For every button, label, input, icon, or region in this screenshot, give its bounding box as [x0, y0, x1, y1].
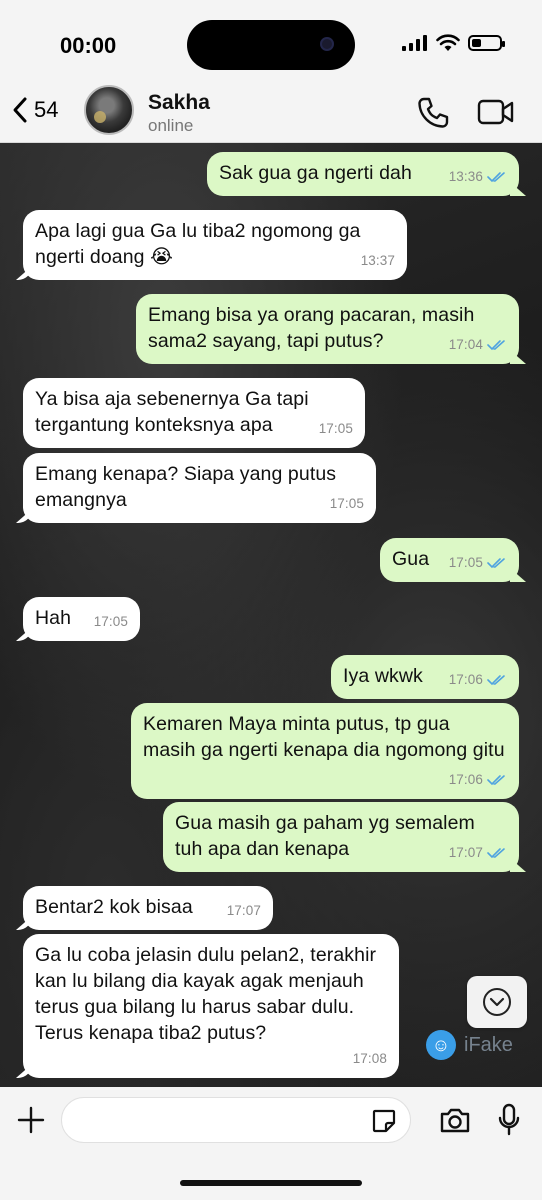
status-icons — [402, 34, 505, 52]
message-meta: 17:07 — [227, 898, 261, 924]
home-indicator — [180, 1180, 362, 1186]
message-text: Kemaren Maya minta putus, tp gua masih g… — [143, 713, 505, 761]
front-camera-icon — [320, 37, 334, 51]
smiley-icon: ☺ — [426, 1030, 456, 1060]
message-time: 17:07 — [448, 845, 483, 860]
message-meta: 17:06 — [449, 667, 507, 693]
message-text: Sak gua ga ngerti dah — [219, 162, 412, 184]
message-bubble-incoming[interactable]: Hah 17:05 — [23, 597, 140, 641]
back-button[interactable]: 54 — [12, 96, 58, 124]
message-time: 17:06 — [448, 772, 483, 787]
message-time: 17:05 — [448, 555, 483, 570]
message-bubble-outgoing[interactable]: Sak gua ga ngerti dah 13:36 — [207, 152, 519, 196]
read-receipt-icon — [487, 172, 505, 183]
message-meta: 17:06 — [449, 767, 507, 793]
status-bar: 00:00 — [0, 0, 542, 88]
watermark-text: iFake — [464, 1033, 513, 1056]
message-bubble-incoming[interactable]: Ga lu coba jelasin dulu pelan2, terakhir… — [23, 934, 399, 1078]
wifi-icon — [436, 34, 460, 51]
message-time: 13:36 — [448, 169, 483, 184]
sticker-icon[interactable] — [371, 1108, 397, 1134]
contact-name[interactable]: Sakha — [148, 91, 210, 115]
message-text: Hah — [35, 607, 72, 629]
message-bubble-outgoing[interactable]: Kemaren Maya minta putus, tp gua masih g… — [131, 703, 519, 799]
message-bubble-incoming[interactable]: Ya bisa aja sebenernya Ga tapi tergantun… — [23, 378, 365, 448]
message-time: 17:05 — [329, 496, 364, 511]
message-bubble-outgoing[interactable]: Gua 17:05 — [380, 538, 519, 582]
message-bubble-outgoing[interactable]: Gua masih ga paham yg semalem tuh apa da… — [163, 802, 519, 872]
read-receipt-icon — [487, 848, 505, 859]
message-time: 17:07 — [226, 903, 261, 918]
message-meta: 17:07 — [449, 840, 507, 866]
message-time: 13:37 — [360, 253, 395, 268]
message-text: Gua masih ga paham yg semalem tuh apa da… — [175, 812, 475, 860]
scroll-to-bottom-button[interactable] — [467, 976, 527, 1028]
message-time: 17:04 — [448, 337, 483, 352]
chat-messages[interactable]: Sak gua ga ngerti dah 13:36 Apa lagi gua G… — [0, 143, 542, 1087]
message-text: Ya bisa aja sebenernya Ga tapi tergantun… — [35, 388, 309, 436]
message-time: 17:08 — [352, 1051, 387, 1066]
message-text: Gua — [392, 548, 430, 570]
message-text: Emang bisa ya orang pacaran, masih sama2… — [148, 304, 475, 352]
plus-icon[interactable] — [16, 1105, 46, 1135]
message-time: 17:06 — [448, 672, 483, 687]
message-meta: 17:05 — [319, 416, 353, 442]
video-camera-icon[interactable] — [477, 98, 515, 126]
phone-icon[interactable] — [416, 96, 450, 130]
unread-count: 54 — [34, 97, 59, 122]
message-time: 17:05 — [318, 421, 353, 436]
message-input[interactable] — [61, 1097, 411, 1143]
message-meta: 17:08 — [353, 1046, 387, 1072]
chevron-down-icon — [483, 988, 511, 1016]
read-receipt-icon — [487, 775, 505, 786]
message-bubble-outgoing[interactable]: Emang bisa ya orang pacaran, masih sama2… — [136, 294, 519, 364]
status-time: 00:00 — [60, 33, 117, 58]
message-meta: 17:05 — [449, 550, 507, 576]
message-text: Iya wkwk — [343, 665, 423, 687]
message-meta: 17:05 — [94, 609, 128, 635]
battery-level — [472, 39, 482, 47]
battery-icon — [468, 35, 505, 51]
read-receipt-icon — [487, 558, 505, 569]
avatar[interactable] — [84, 85, 134, 135]
message-text: Bentar2 kok bisaa — [35, 896, 193, 918]
message-bubble-incoming[interactable]: Apa lagi gua Ga lu tiba2 ngomong ga nger… — [23, 210, 407, 280]
watermark: ☺ iFake — [426, 1030, 513, 1060]
read-receipt-icon — [487, 675, 505, 686]
message-meta: 13:36 — [449, 164, 507, 190]
message-text: Emang kenapa? Siapa yang putus emangnya — [35, 463, 337, 511]
cellular-signal-icon — [402, 35, 427, 51]
camera-icon[interactable] — [439, 1106, 471, 1134]
read-receipt-icon — [487, 340, 505, 351]
contact-status: online — [148, 116, 194, 135]
message-text: Apa lagi gua Ga lu tiba2 ngomong ga nger… — [35, 220, 361, 268]
message-bubble-outgoing[interactable]: Iya wkwk 17:06 — [331, 655, 519, 699]
message-meta: 17:05 — [330, 491, 364, 517]
message-meta: 17:04 — [449, 332, 507, 358]
message-bubble-incoming[interactable]: Emang kenapa? Siapa yang putus emangnya 1… — [23, 453, 376, 523]
message-bubble-incoming[interactable]: Bentar2 kok bisaa 17:07 — [23, 886, 273, 930]
back-chevron-icon — [13, 97, 27, 123]
microphone-icon[interactable] — [497, 1103, 521, 1137]
message-text: Ga lu coba jelasin dulu pelan2, terakhir… — [35, 944, 377, 1044]
message-time: 17:05 — [93, 614, 128, 629]
chat-header: 54 Sakha online — [0, 85, 542, 143]
message-meta: 13:37 — [361, 248, 395, 274]
